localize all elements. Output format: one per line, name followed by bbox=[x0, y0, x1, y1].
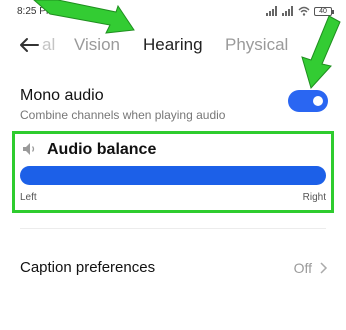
divider bbox=[20, 228, 326, 229]
mono-audio-subtitle: Combine channels when playing audio bbox=[20, 108, 226, 122]
battery-level: 40 bbox=[319, 7, 327, 15]
back-arrow-icon[interactable] bbox=[18, 36, 40, 54]
mono-audio-toggle[interactable] bbox=[288, 90, 328, 112]
audio-balance-title: Audio balance bbox=[47, 141, 157, 158]
tab-partial[interactable]: al bbox=[42, 35, 55, 55]
wifi-icon bbox=[298, 6, 310, 16]
battery-icon: 40 bbox=[314, 6, 334, 16]
status-icons: 40 bbox=[266, 5, 334, 17]
caption-preferences-title: Caption preferences bbox=[20, 259, 156, 276]
caption-preferences-value: Off bbox=[293, 260, 312, 276]
mono-audio-title: Mono audio bbox=[20, 87, 104, 104]
tab-hearing[interactable]: Hearing bbox=[143, 35, 203, 55]
signal-icon bbox=[266, 6, 277, 16]
status-bar: 8:25 PM 40 bbox=[0, 0, 346, 24]
status-time: 8:25 PM bbox=[17, 6, 55, 17]
toggle-knob bbox=[313, 96, 323, 106]
chevron-right-icon bbox=[320, 262, 328, 274]
tab-header: al Vision Hearing Physical bbox=[0, 26, 346, 66]
balance-right-label: Right bbox=[302, 192, 326, 203]
signal-icon-2 bbox=[282, 6, 293, 16]
balance-left-label: Left bbox=[20, 192, 37, 203]
speaker-icon bbox=[23, 143, 35, 155]
tab-physical[interactable]: Physical bbox=[225, 35, 288, 55]
tab-vision[interactable]: Vision bbox=[74, 35, 120, 55]
audio-balance-slider[interactable] bbox=[20, 166, 326, 185]
